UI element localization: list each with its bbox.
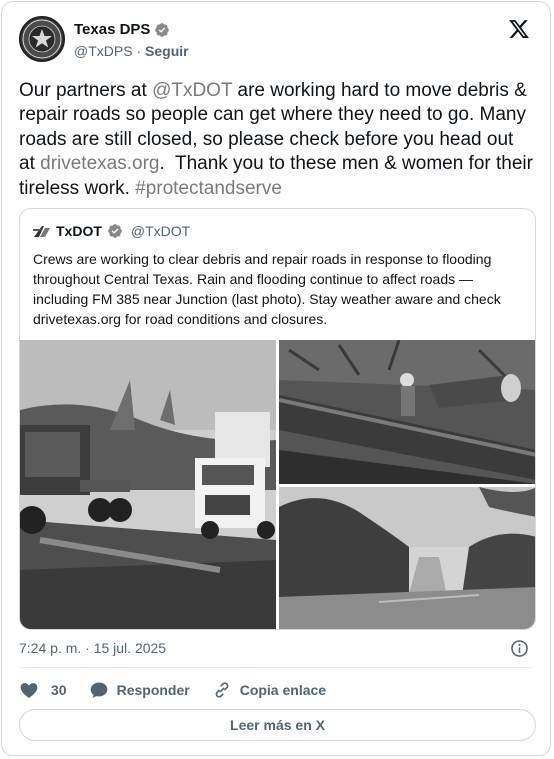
like-button[interactable]: 30 bbox=[19, 680, 67, 700]
divider bbox=[19, 667, 533, 668]
reply-icon bbox=[90, 682, 107, 698]
tweet-timestamp[interactable]: 7:24 p. m. · 15 jul. 2025 bbox=[19, 640, 166, 656]
tweet-text-part: Our partners at bbox=[19, 80, 153, 101]
quoted-tweet[interactable]: TxDOT @TxDOT Crews are working to clear … bbox=[19, 208, 536, 630]
avatar[interactable] bbox=[19, 16, 65, 62]
txdot-logo-icon bbox=[33, 226, 50, 237]
hashtag-link[interactable]: #protectandserve bbox=[135, 178, 282, 199]
author-handle[interactable]: @TxDPS bbox=[74, 43, 133, 59]
like-count: 30 bbox=[51, 682, 67, 698]
handle-separator: · bbox=[132, 43, 146, 59]
action-bar: 30 Responder Copia enlace bbox=[19, 678, 348, 702]
info-icon[interactable] bbox=[510, 639, 529, 658]
dps-seal-icon bbox=[22, 19, 62, 59]
photo-flooded-road[interactable] bbox=[279, 487, 535, 629]
tweet-card: Texas DPS @TxDPS · Seguir Our partners a… bbox=[1, 1, 551, 756]
link-icon bbox=[215, 682, 229, 698]
copy-link-button[interactable]: Copia enlace bbox=[212, 680, 326, 700]
verified-badge-icon bbox=[155, 22, 170, 37]
media-grid bbox=[20, 340, 535, 629]
verified-badge-icon bbox=[108, 224, 122, 238]
photo-fallen-tree[interactable] bbox=[279, 340, 535, 484]
quoted-text: Crews are working to clear debris and re… bbox=[33, 251, 501, 327]
quoted-author-handle[interactable]: @TxDOT bbox=[131, 223, 190, 239]
photo-road-crew[interactable] bbox=[20, 340, 276, 629]
copy-link-label: Copia enlace bbox=[239, 682, 327, 698]
heart-icon bbox=[20, 683, 38, 698]
author-name[interactable]: Texas DPS bbox=[74, 21, 150, 38]
reply-label: Responder bbox=[116, 682, 190, 698]
follow-button[interactable]: Seguir bbox=[145, 43, 189, 59]
read-more-button[interactable]: Leer más en X bbox=[19, 709, 536, 741]
mention-link[interactable]: @TxDOT bbox=[152, 80, 232, 101]
tweet-header: Texas DPS @TxDPS · Seguir bbox=[19, 16, 534, 66]
reply-button[interactable]: Responder bbox=[89, 680, 190, 700]
tweet-text: Our partners at @TxDOT are working hard … bbox=[19, 79, 534, 201]
quoted-author-name[interactable]: TxDOT bbox=[56, 223, 102, 239]
x-logo-icon[interactable] bbox=[508, 18, 530, 40]
url-link[interactable]: drivetexas.org bbox=[40, 153, 159, 174]
